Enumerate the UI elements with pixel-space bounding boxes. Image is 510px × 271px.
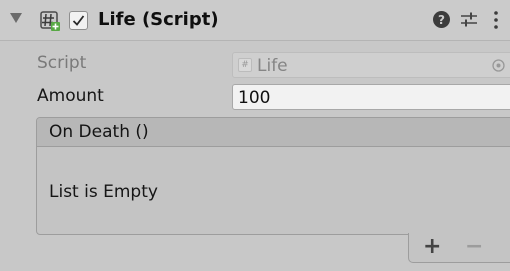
event-title: On Death () [49, 122, 149, 142]
component-title: Life (Script) [98, 9, 219, 30]
add-button[interactable]: + [423, 234, 441, 259]
on-death-event-list: On Death () List is Empty [36, 117, 510, 235]
event-list-header: On Death () [37, 118, 510, 147]
svg-text:?: ? [438, 13, 445, 27]
list-footer: + − [408, 233, 510, 263]
amount-value[interactable]: 100 [238, 88, 270, 108]
csharp-script-icon [40, 11, 60, 31]
help-icon[interactable]: ? [432, 10, 451, 29]
inspector-panel: Life (Script) ? Script # Life Amount 100 [0, 0, 510, 271]
amount-input[interactable]: 100 [232, 84, 510, 110]
object-picker-icon [492, 59, 505, 72]
remove-button[interactable]: − [465, 234, 483, 259]
script-label: Script [37, 53, 87, 73]
presets-icon[interactable] [459, 10, 479, 30]
script-field: # Life [232, 52, 510, 78]
foldout-arrow-icon[interactable] [10, 13, 22, 23]
script-field-value: Life [257, 56, 288, 76]
script-object-icon: # [238, 58, 252, 72]
component-header[interactable]: Life (Script) ? [0, 0, 510, 41]
amount-label: Amount [37, 86, 104, 106]
kebab-menu-icon[interactable] [493, 10, 499, 30]
checkmark-icon [72, 15, 85, 26]
enabled-checkbox[interactable] [69, 11, 88, 30]
empty-list-text: List is Empty [49, 182, 158, 202]
